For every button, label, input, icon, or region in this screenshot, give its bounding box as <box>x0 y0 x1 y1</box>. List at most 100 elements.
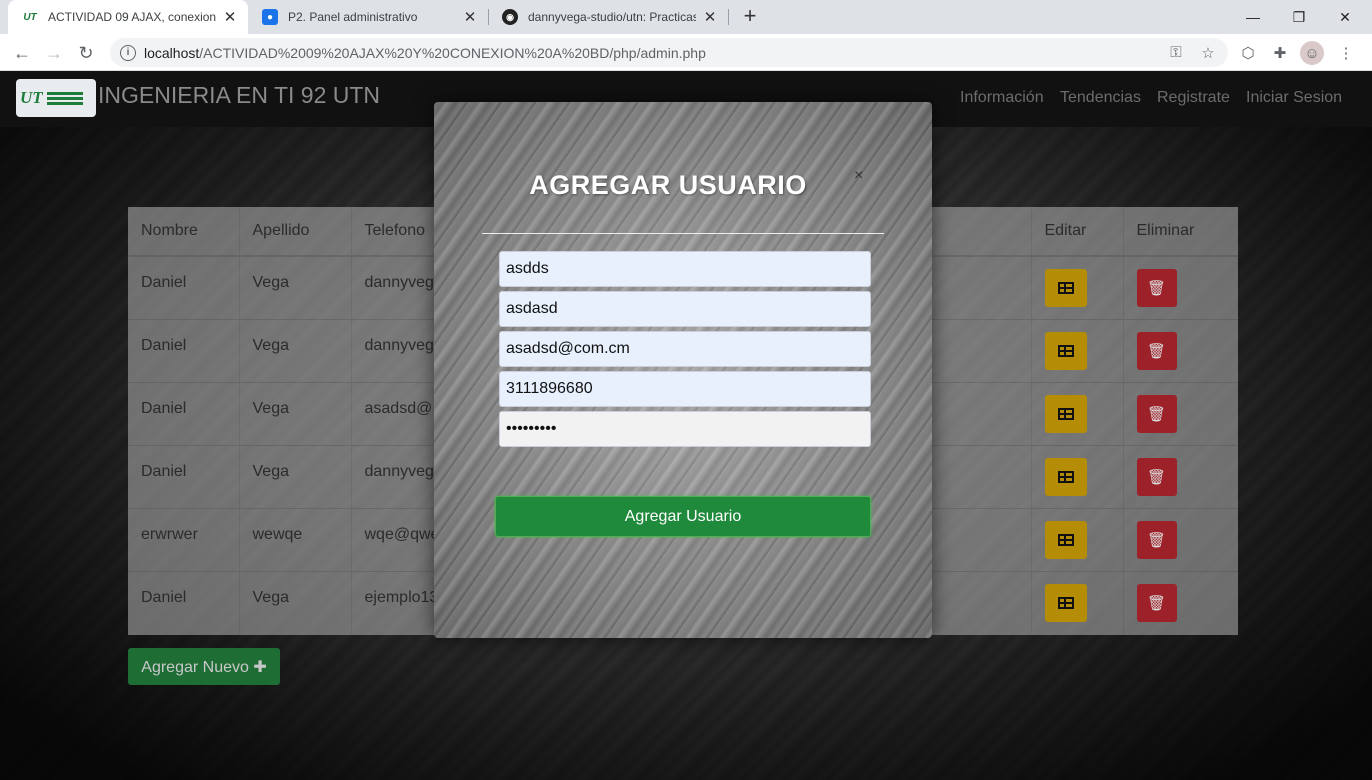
browser-toolbar: ← → ↻ i localhost/ACTIVIDAD%2009%20AJAX%… <box>0 34 1372 71</box>
cell-nombre: Daniel <box>128 444 239 508</box>
delete-button[interactable]: 🗑 <box>1136 394 1177 433</box>
delete-button[interactable]: 🗑 <box>1136 520 1177 559</box>
back-button[interactable]: ← <box>8 39 36 67</box>
cell-eliminar: 🗑 <box>1122 444 1238 508</box>
url-path: /ACTIVIDAD%2009%20AJAX%20Y%20CONEXION%20… <box>199 44 706 61</box>
header-editar: Editar <box>1030 207 1123 257</box>
nav-informacion[interactable]: Información <box>960 89 1044 107</box>
cell-editar <box>1030 444 1123 508</box>
edit-button[interactable] <box>1044 457 1087 496</box>
table-edit-icon <box>1057 282 1074 294</box>
table-edit-icon <box>1057 470 1074 483</box>
cell-apellido: Vega <box>238 255 351 319</box>
delete-button[interactable]: 🗑 <box>1136 331 1177 370</box>
edit-button[interactable] <box>1044 583 1087 622</box>
new-tab-button[interactable]: + <box>738 5 762 29</box>
table-edit-icon <box>1057 596 1074 609</box>
extension-cube-icon[interactable]: ⬡ <box>1236 41 1260 65</box>
cell-eliminar: 🗑 <box>1122 570 1238 634</box>
header-nombre: Nombre <box>128 207 239 257</box>
trash-icon: 🗑 <box>1146 280 1167 297</box>
trash-icon: 🗑 <box>1146 405 1167 423</box>
nombre-field[interactable]: asdds <box>499 251 871 287</box>
url-host: localhost <box>144 44 200 61</box>
cell-editar <box>1030 507 1123 571</box>
cell-nombre: erwrwer <box>128 507 239 571</box>
key-icon[interactable]: ⚿ <box>1164 38 1188 67</box>
tab-title: dannyvega-studio/utn: Practicas <box>528 10 696 24</box>
bookmark-star-icon[interactable]: ☆ <box>1196 38 1220 67</box>
restore-button[interactable]: ❐ <box>1276 0 1322 34</box>
cell-apellido: Vega <box>238 444 351 508</box>
edit-button[interactable] <box>1044 520 1087 559</box>
cell-nombre: Daniel <box>128 570 239 634</box>
delete-button[interactable]: 🗑 <box>1136 583 1177 622</box>
cell-apellido: Vega <box>238 381 351 445</box>
nav-tendencias[interactable]: Tendencias <box>1060 89 1141 107</box>
table-edit-icon <box>1057 407 1074 420</box>
close-tab-icon[interactable]: ✕ <box>462 8 478 26</box>
address-bar[interactable]: i localhost/ACTIVIDAD%2009%20AJAX%20Y%20… <box>110 38 1228 67</box>
tab-divider <box>728 9 729 25</box>
delete-button[interactable]: 🗑 <box>1136 269 1177 307</box>
github-icon: ◉ <box>502 9 518 25</box>
ut-logo-mark: UT <box>20 88 43 107</box>
modal-title: AGREGAR USUARIO <box>529 170 807 200</box>
agregar-usuario-button[interactable]: Agregar Usuario <box>495 496 871 537</box>
site-brand[interactable]: INGENIERIA EN TI 92 UTN <box>98 82 380 109</box>
modal-divider <box>482 233 884 234</box>
trash-icon: 🗑 <box>1146 594 1167 612</box>
forward-button[interactable]: → <box>40 39 68 67</box>
cell-eliminar: 🗑 <box>1122 318 1238 382</box>
trash-icon: 🗑 <box>1146 531 1167 549</box>
password-field[interactable]: ••••••••• <box>499 411 871 447</box>
email-field[interactable]: asadsd@com.cm <box>499 331 871 367</box>
utn-logo[interactable]: UT <box>16 79 96 117</box>
extensions-puzzle-icon[interactable]: ✚ <box>1268 41 1292 65</box>
add-new-button[interactable]: Agregar Nuevo ✚ <box>128 648 280 685</box>
telefono-field[interactable]: 3111896680 <box>499 371 871 407</box>
cell-apellido: wewqe <box>238 507 351 571</box>
cell-editar <box>1030 318 1123 382</box>
site-info-icon[interactable]: i <box>120 44 136 61</box>
menu-kebab-icon[interactable]: ⋮ <box>1334 41 1358 65</box>
tab-actividad[interactable]: UT ACTIVIDAD 09 AJAX, conexion y c ✕ <box>8 0 248 34</box>
table-edit-icon <box>1057 344 1074 357</box>
cell-apellido: Vega <box>238 570 351 634</box>
tab-github[interactable]: ◉ dannyvega-studio/utn: Practicas ✕ <box>488 0 728 34</box>
tab-panel[interactable]: ● P2. Panel administrativo ✕ <box>248 0 488 34</box>
delete-button[interactable]: 🗑 <box>1136 457 1177 496</box>
cell-editar <box>1030 255 1123 319</box>
cell-nombre: Daniel <box>128 255 239 319</box>
contacts-icon: ● <box>262 9 278 25</box>
add-user-modal: AGREGAR USUARIO × asdds asdasd asadsd@co… <box>434 102 932 638</box>
table-edit-icon <box>1057 533 1074 546</box>
edit-button[interactable] <box>1044 394 1087 433</box>
edit-button[interactable] <box>1044 269 1087 307</box>
edit-button[interactable] <box>1044 331 1087 370</box>
modal-close-button[interactable]: × <box>854 167 863 185</box>
trash-icon: 🗑 <box>1146 342 1167 360</box>
cell-nombre: Daniel <box>128 381 239 445</box>
reload-button[interactable]: ↻ <box>72 39 100 67</box>
header-eliminar: Eliminar <box>1122 207 1238 257</box>
cell-editar <box>1030 381 1123 445</box>
cell-eliminar: 🗑 <box>1122 255 1238 319</box>
cell-nombre: Daniel <box>128 318 239 382</box>
profile-avatar[interactable]: ☺ <box>1300 41 1324 65</box>
nav-iniciar-sesion[interactable]: Iniciar Sesion <box>1246 89 1342 107</box>
tab-title: P2. Panel administrativo <box>288 10 418 24</box>
minimize-button[interactable]: — <box>1230 0 1276 34</box>
close-tab-icon[interactable]: ✕ <box>702 8 718 26</box>
apellido-field[interactable]: asdasd <box>499 291 871 327</box>
cell-apellido: Vega <box>238 318 351 382</box>
header-apellido: Apellido <box>238 207 351 257</box>
logo-text-lines <box>46 91 83 105</box>
cell-editar <box>1030 570 1123 634</box>
close-tab-icon[interactable]: ✕ <box>222 8 238 26</box>
nav-registrate[interactable]: Registrate <box>1157 89 1230 107</box>
trash-icon: 🗑 <box>1146 468 1167 486</box>
cell-eliminar: 🗑 <box>1122 507 1238 571</box>
close-window-button[interactable]: ✕ <box>1322 0 1368 34</box>
ut-favicon-icon: UT <box>23 11 37 23</box>
